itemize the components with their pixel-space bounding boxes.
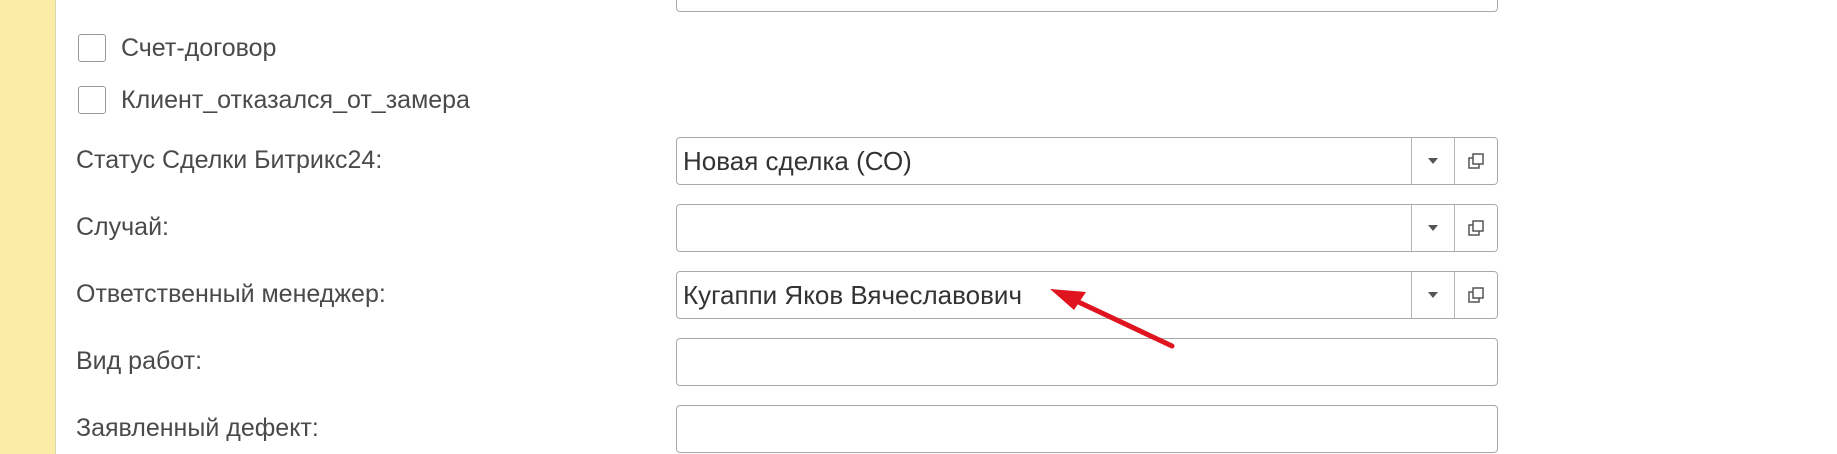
manager-value[interactable]: Кугаппи Яков Вячеславович	[677, 272, 1411, 318]
checkbox-label: Счет-договор	[121, 33, 277, 62]
defect-value[interactable]	[677, 406, 1497, 452]
work-type-label: Вид работ:	[76, 347, 203, 375]
left-panel-strip	[0, 0, 56, 454]
case-open-button[interactable]	[1454, 205, 1497, 251]
deal-status-field[interactable]: Новая сделка (СО)	[676, 137, 1498, 185]
deal-status-open-button[interactable]	[1454, 138, 1497, 184]
chevron-down-icon	[1428, 225, 1438, 231]
work-type-value[interactable]	[677, 339, 1497, 385]
checkbox[interactable]	[78, 34, 106, 62]
open-form-icon	[1468, 153, 1484, 169]
manager-dropdown-button[interactable]	[1411, 272, 1454, 318]
deal-status-value[interactable]: Новая сделка (СО)	[677, 138, 1411, 184]
case-value[interactable]	[677, 205, 1411, 251]
chevron-down-icon	[1428, 292, 1438, 298]
checkbox-client-refused-measure[interactable]: Клиент_отказался_от_замера	[78, 85, 470, 115]
manager-open-button[interactable]	[1454, 272, 1497, 318]
case-field[interactable]	[676, 204, 1498, 252]
checkbox-invoice-contract[interactable]: Счет-договор	[78, 33, 276, 63]
deal-status-dropdown-button[interactable]	[1411, 138, 1454, 184]
chevron-down-icon	[1428, 158, 1438, 164]
manager-label: Ответственный менеджер:	[76, 280, 386, 308]
open-form-icon	[1468, 220, 1484, 236]
open-form-icon	[1468, 287, 1484, 303]
checkbox[interactable]	[78, 86, 106, 114]
work-type-field[interactable]	[676, 338, 1498, 386]
case-dropdown-button[interactable]	[1411, 205, 1454, 251]
defect-label: Заявленный дефект:	[76, 414, 319, 442]
manager-field[interactable]: Кугаппи Яков Вячеславович	[676, 271, 1498, 319]
case-label: Случай:	[76, 213, 169, 241]
top-partial-field[interactable]	[676, 0, 1498, 12]
defect-field[interactable]	[676, 405, 1498, 453]
deal-status-label: Статус Сделки Битрикс24:	[76, 146, 383, 174]
checkbox-label: Клиент_отказался_от_замера	[121, 85, 470, 114]
